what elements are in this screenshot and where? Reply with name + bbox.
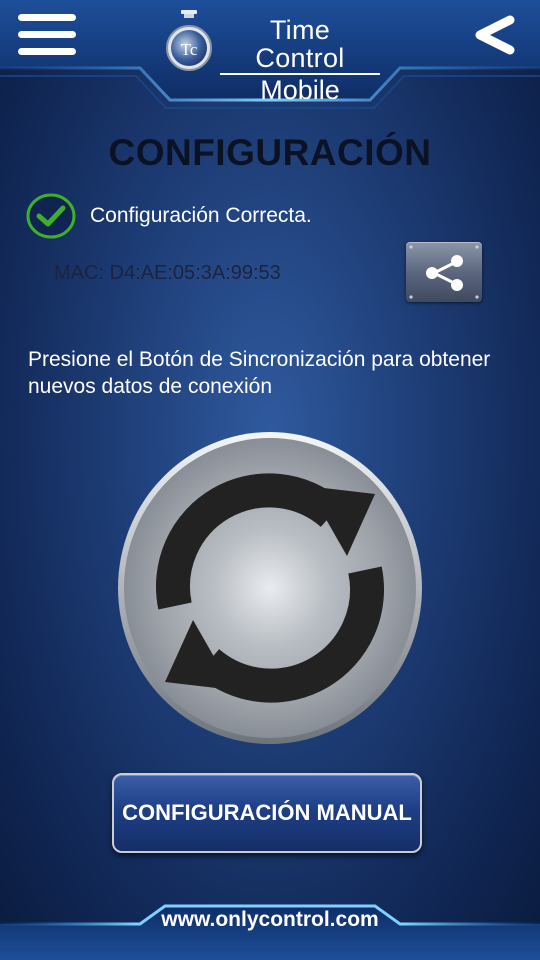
brand-line-1: Time Control [220, 16, 380, 75]
menu-bar [18, 14, 76, 21]
chevron-left-icon [475, 15, 515, 55]
share-button[interactable] [406, 242, 482, 302]
brand-line-2: Mobile [260, 75, 340, 105]
app-header: Tc Time Control Mobile [0, 0, 540, 118]
instructions-text: Presione el Botón de Sincronización para… [28, 348, 491, 398]
page-title: CONFIGURACIÓN [108, 132, 432, 173]
back-button[interactable] [466, 12, 518, 58]
check-circle-icon [26, 193, 76, 239]
logo-text: Tc [181, 40, 198, 59]
mac-address: MAC: D4:AE:05:3A:99:53 [54, 262, 281, 284]
app-brand: Time Control Mobile [220, 16, 380, 105]
menu-bar [18, 31, 76, 38]
manual-configuration-label: CONFIGURACIÓN MANUAL [122, 800, 412, 825]
share-icon [409, 245, 479, 299]
menu-button[interactable] [16, 12, 78, 56]
status-text: Configuración Correcta. [90, 204, 312, 227]
sync-button[interactable] [117, 430, 423, 746]
manual-configuration-button[interactable]: CONFIGURACIÓN MANUAL [112, 773, 422, 853]
stopwatch-logo-icon: Tc [166, 10, 212, 71]
website-link[interactable]: www.onlycontrol.com [0, 908, 540, 932]
menu-bar [18, 48, 76, 55]
status-row: Configuración Correcta. [26, 192, 312, 240]
